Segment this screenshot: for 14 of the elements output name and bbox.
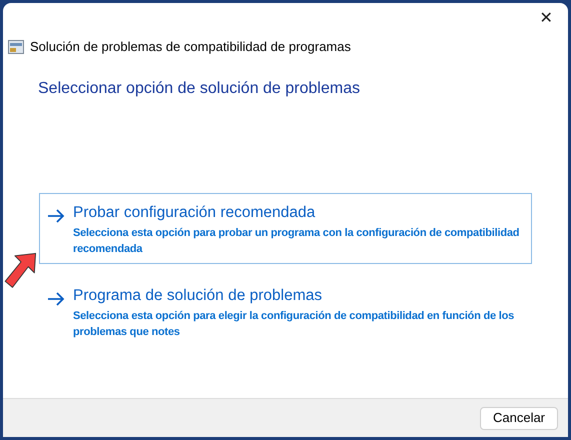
option-description: Selecciona esta opción para probar un programa con la configuración de compatibilidad recomendada xyxy=(73,226,520,257)
page-heading: Seleccionar opción de solución de problemas xyxy=(38,79,360,99)
program-window-icon xyxy=(8,39,24,55)
arrow-right-icon xyxy=(47,292,65,306)
option-link[interactable]: Programa de solución de problemas Selecciona esta opción para elegir la configuración de compatibilidad en función de los problemas que notes xyxy=(39,276,532,347)
option-title: Programa de solución de problemas xyxy=(73,286,323,306)
option-description: Selecciona esta opción para elegir la configuración de compatibilidad en función de los problemas que notes xyxy=(73,309,516,340)
close-button[interactable]: ✕ xyxy=(524,3,568,35)
option-title: Probar configuración recomendada xyxy=(73,203,316,223)
option-link[interactable]: Probar configuración recomendada Selecciona esta opción para probar un programa con la configuración de compatibilidad recomendada xyxy=(39,193,532,264)
pointer-arrow-icon xyxy=(4,252,38,290)
cancel-button[interactable]: Cancelar xyxy=(480,406,558,430)
window-title: Solución de problemas de compatibilidad de programas xyxy=(30,38,351,56)
arrow-right-icon xyxy=(47,209,65,223)
